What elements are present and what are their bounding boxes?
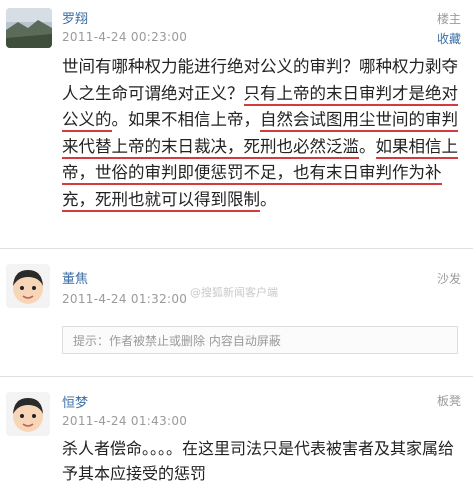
- divider: [0, 376, 473, 377]
- post-1: 罗翔 2011-4-24 00:23:00 楼主 收藏 世间有哪种权力能进行绝对…: [0, 0, 473, 236]
- text-segment: 。如果不相信上帝，: [111, 110, 261, 129]
- post-time: 2011-4-24 01:43:00: [62, 414, 188, 428]
- avatar-cartoon[interactable]: [6, 392, 50, 436]
- author-name[interactable]: 罗翔: [62, 8, 88, 27]
- avatar-cartoon[interactable]: [6, 264, 50, 308]
- floor-label: 沙发: [436, 272, 461, 286]
- avatar-landscape[interactable]: [6, 8, 52, 48]
- text-segment: 。: [260, 189, 277, 209]
- author-name[interactable]: 恒梦: [62, 392, 88, 411]
- post-2: 董焦 2011-4-24 01:32:00 沙发 提示：作者被禁止或删除 内容自…: [0, 258, 473, 368]
- post-time: 2011-4-24 01:32:00: [62, 292, 188, 306]
- blocked-content-notice: 提示：作者被禁止或删除 内容自动屏蔽: [62, 326, 458, 354]
- favorite-link[interactable]: 收藏: [437, 30, 461, 47]
- watermark: @搜狐新闻客户端: [190, 286, 278, 299]
- post-body: 世间有哪种权力能进行绝对公义的审判？哪种权力剥夺人之生命可谓绝对正义？只有上帝的…: [62, 54, 466, 213]
- text-segment: 。: [359, 136, 376, 156]
- divider: [0, 248, 473, 249]
- post-3: 恒梦 2011-4-24 01:43:00 板凳 杀人者偿命。。。。在这里司法只…: [0, 384, 473, 498]
- author-name[interactable]: 董焦: [62, 268, 88, 287]
- post-time: 2011-4-24 00:23:00: [62, 30, 188, 44]
- post-body: 杀人者偿命。。。。在这里司法只是代表被害者及其家属给予其本应接受的惩罚: [62, 439, 455, 483]
- floor-label: 楼主: [436, 12, 461, 26]
- floor-label: 板凳: [436, 394, 461, 408]
